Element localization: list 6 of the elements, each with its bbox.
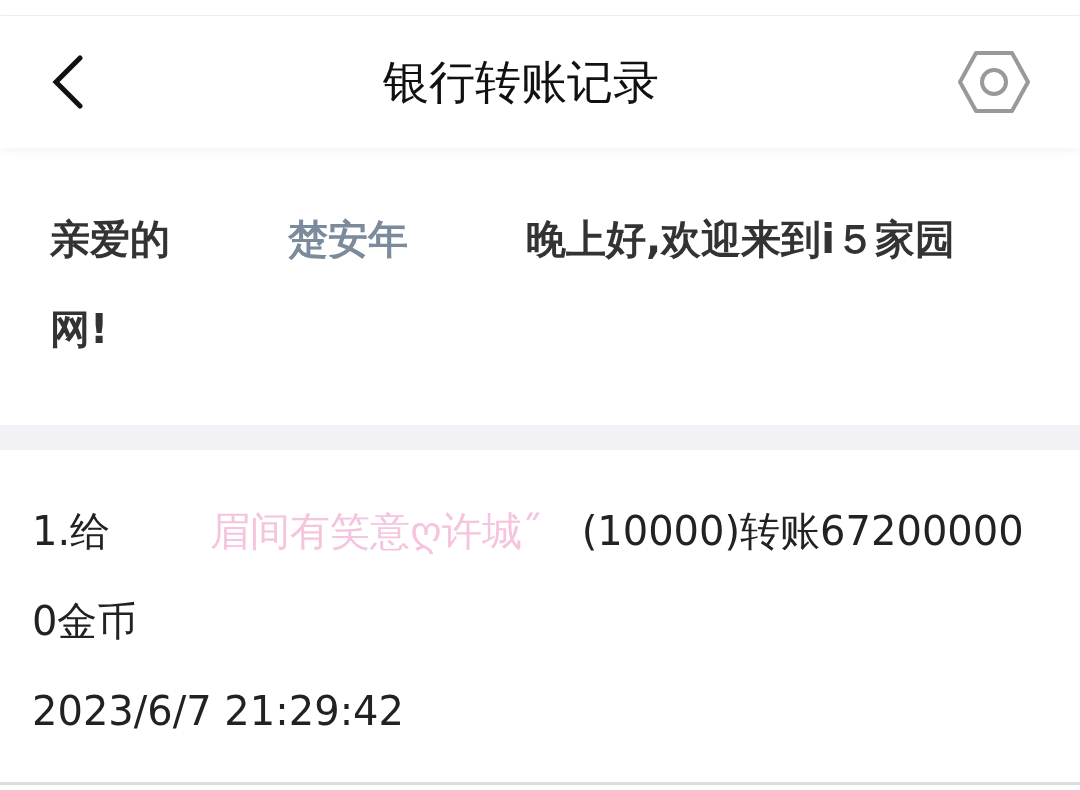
page-title: 银行转账记录 [383,53,659,111]
greeting-text: 亲爱的 楚安年 晚上好,欢迎来到i５家园网! [50,215,956,354]
transfer-record-text: 1.给 眉间有笑意ღ许城˝ (10000)转账672000000金币 [32,507,1025,646]
record-time: 2023/6/7 21:29:42 [32,687,405,736]
back-icon[interactable] [50,55,84,109]
settings-icon[interactable] [958,50,1030,114]
